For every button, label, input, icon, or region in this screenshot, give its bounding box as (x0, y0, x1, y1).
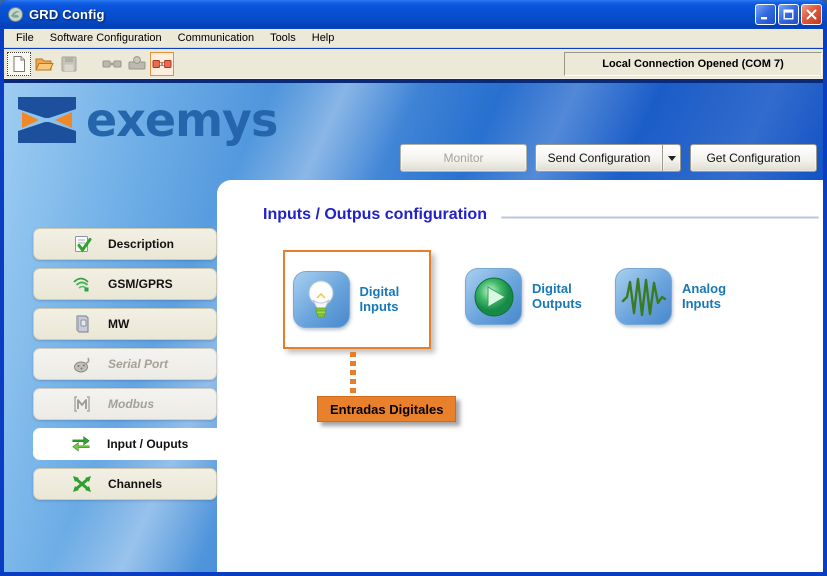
digital-inputs-item[interactable]: Digital Inputs (293, 271, 422, 328)
close-icon (806, 9, 817, 20)
menu-software-configuration[interactable]: Software Configuration (42, 30, 170, 46)
new-file-button[interactable] (7, 52, 31, 76)
sidebar-item-channels[interactable]: Channels (33, 468, 217, 500)
app-icon (7, 6, 24, 23)
digital-outputs-label: Digital Outputs (532, 282, 594, 312)
tooltip-connector-dotted-line (350, 352, 356, 396)
new-file-icon (10, 55, 28, 73)
sidebar-item-label: Channels (108, 477, 162, 491)
app-window: GRD Config File Software Configuration C… (0, 0, 827, 576)
document-check-icon (72, 234, 92, 254)
signal-icon (72, 274, 92, 294)
serial-plug-icon (72, 354, 92, 374)
sidebar-item-label: Serial Port (108, 357, 168, 371)
toolbar: Local Connection Opened (COM 7) (4, 49, 823, 79)
exemys-bowtie-icon (18, 96, 76, 144)
light-bulb-icon (293, 271, 350, 328)
sidebar-item-label: Input / Ouputs (107, 437, 188, 451)
cross-arrows-icon (72, 474, 92, 494)
heading-divider (501, 216, 819, 219)
page-title: Inputs / Outpus configuration (263, 206, 487, 224)
sidebar-item-serial-port: Serial Port (33, 348, 217, 380)
action-buttons: Monitor Send Configuration Get Configura… (400, 144, 817, 172)
modbus-icon (72, 394, 92, 414)
digital-inputs-highlight-box: Digital Inputs (283, 250, 431, 349)
menu-communication[interactable]: Communication (170, 30, 262, 46)
menu-help[interactable]: Help (304, 30, 343, 46)
disconnect-icon (152, 54, 172, 74)
disconnect-button[interactable] (150, 52, 174, 76)
dropdown-arrow-icon (668, 156, 676, 165)
maximize-button[interactable] (778, 4, 799, 25)
menu-file[interactable]: File (8, 30, 42, 46)
main-content: Inputs / Outpus configuration (217, 180, 823, 572)
play-icon (465, 268, 522, 325)
sidebar-item-mw[interactable]: MW (33, 308, 217, 340)
device-icon (72, 314, 92, 334)
send-configuration-dropdown[interactable] (663, 144, 681, 172)
monitor-button: Monitor (400, 144, 527, 172)
window-title: GRD Config (29, 7, 755, 22)
app-body: exemys Monitor Send Configuration Get Co… (4, 79, 823, 572)
exemys-logo: exemys (18, 96, 277, 144)
save-button (57, 52, 81, 76)
sidebar-item-description[interactable]: Description (33, 228, 217, 260)
sidebar-item-input-outputs[interactable]: Input / Ouputs (33, 428, 223, 460)
sidebar-item-label: Description (108, 237, 174, 251)
sidebar-item-label: MW (108, 317, 129, 331)
connect-icon (102, 54, 122, 74)
title-bar: GRD Config (0, 0, 827, 29)
minimize-icon (760, 9, 771, 20)
sidebar-item-label: GSM/GPRS (108, 277, 173, 291)
connection-settings-button (125, 52, 149, 76)
minimize-button[interactable] (755, 4, 776, 25)
waveform-icon (615, 268, 672, 325)
connect-button (100, 52, 124, 76)
sidebar-item-gsm-gprs[interactable]: GSM/GPRS (33, 268, 217, 300)
close-button[interactable] (801, 4, 822, 25)
swap-arrows-icon (71, 434, 91, 454)
get-configuration-button[interactable]: Get Configuration (690, 144, 817, 172)
analog-inputs-item[interactable]: Analog Inputs (615, 268, 744, 325)
menu-bar: File Software Configuration Communicatio… (4, 29, 823, 48)
tooltip-entradas-digitales: Entradas Digitales (317, 396, 456, 422)
open-file-button[interactable] (32, 52, 56, 76)
digital-outputs-item[interactable]: Digital Outputs (465, 268, 594, 325)
maximize-icon (783, 9, 794, 20)
sidebar-item-modbus: Modbus (33, 388, 217, 420)
body-top-shadow (4, 79, 823, 83)
send-configuration-button[interactable]: Send Configuration (535, 144, 663, 172)
sidebar: Description GSM/GPRS (33, 228, 223, 508)
digital-inputs-label: Digital Inputs (360, 285, 422, 315)
open-folder-icon (34, 54, 54, 74)
logo-text: exemys (86, 97, 277, 143)
save-icon (60, 55, 78, 73)
connection-settings-icon (127, 54, 147, 74)
menu-tools[interactable]: Tools (262, 30, 304, 46)
analog-inputs-label: Analog Inputs (682, 282, 744, 312)
sidebar-item-label: Modbus (108, 397, 154, 411)
connection-status: Local Connection Opened (COM 7) (564, 52, 822, 76)
